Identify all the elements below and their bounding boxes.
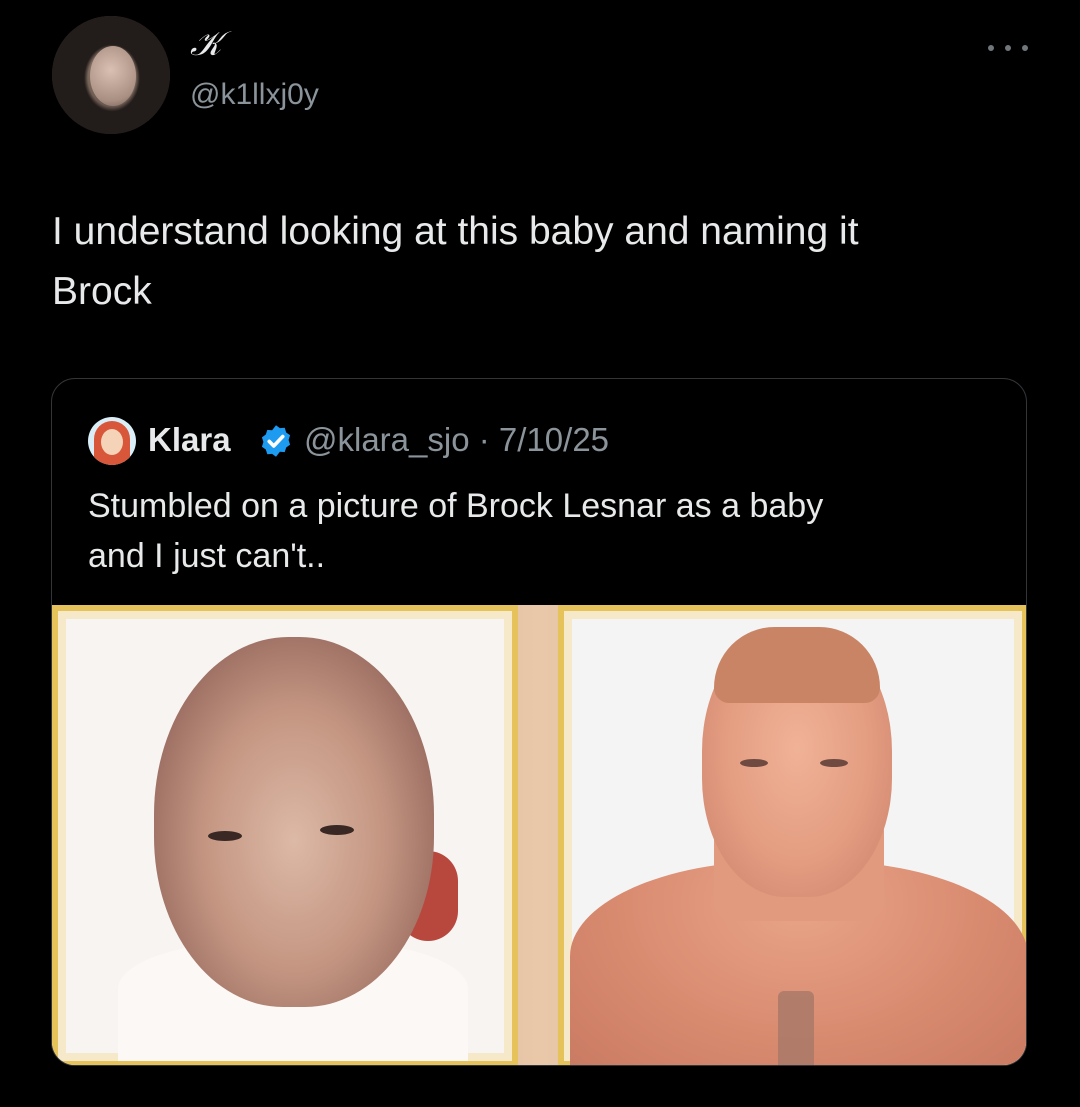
quoted-avatar-face <box>101 429 123 455</box>
baby-face <box>154 637 434 1007</box>
quoted-tweet-text-line-2: and I just can't.. <box>88 537 326 575</box>
author-display-name[interactable]: 𝒦 <box>190 24 222 64</box>
quoted-tweet-text: Stumbled on a picture of Brock Lesnar as… <box>88 481 988 581</box>
tweet-text: I understand looking at this baby and na… <box>52 202 1032 322</box>
baby-eye-right <box>320 825 354 835</box>
author-handle[interactable]: @k1llxj0y <box>190 78 319 112</box>
quoted-tweet-meta: @klara_sjo · 7/10/25 <box>304 421 609 459</box>
tweet-text-line-2: Brock <box>52 270 152 313</box>
author-avatar[interactable] <box>52 16 170 134</box>
quoted-tweet-image[interactable] <box>52 605 1026 1065</box>
avatar-face <box>90 46 136 106</box>
more-icon[interactable] <box>988 36 1028 60</box>
adult-photo-frame <box>558 605 1026 1065</box>
quoted-tweet-card[interactable]: Klara @klara_sjo · 7/10/25 Stumbled on a… <box>51 378 1027 1066</box>
quoted-tweet-text-line-1: Stumbled on a picture of Brock Lesnar as… <box>88 487 824 525</box>
verified-badge-icon <box>261 425 291 457</box>
tweet-text-line-1: I understand looking at this baby and na… <box>52 210 859 253</box>
meta-separator: · <box>478 421 490 458</box>
quoted-author-avatar[interactable] <box>88 417 136 465</box>
quoted-author-display-name[interactable]: Klara <box>148 421 231 459</box>
quoted-author-handle[interactable]: @klara_sjo <box>304 421 470 458</box>
adult-eye-right <box>820 759 848 767</box>
adult-eye-left <box>740 759 768 767</box>
baby-eye-left <box>208 831 242 841</box>
chest-tattoo <box>778 991 814 1065</box>
adult-hair <box>714 627 880 703</box>
quoted-tweet-date[interactable]: 7/10/25 <box>499 421 609 458</box>
baby-photo-frame <box>52 605 518 1065</box>
